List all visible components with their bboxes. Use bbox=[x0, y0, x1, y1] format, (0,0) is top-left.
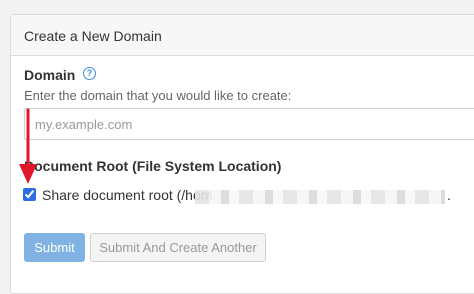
share-document-root-checkbox[interactable] bbox=[23, 188, 36, 201]
document-root-label: Document Root (File System Location) bbox=[24, 158, 282, 174]
submit-and-create-another-button[interactable]: Submit And Create Another bbox=[90, 233, 266, 262]
submit-button[interactable]: Submit bbox=[24, 233, 85, 262]
domain-label: Domain bbox=[24, 67, 76, 83]
path-trailing-dot: . bbox=[447, 187, 451, 203]
domain-hint: Enter the domain that you would like to … bbox=[24, 88, 292, 103]
panel-title: Create a New Domain bbox=[24, 28, 162, 44]
share-document-root-label[interactable]: Share document root (/hom bbox=[42, 187, 212, 203]
create-domain-panel: Create a New Domain Domain ? Enter the d… bbox=[10, 14, 474, 294]
domain-input[interactable] bbox=[24, 108, 474, 140]
redacted-path bbox=[195, 190, 445, 204]
question-circle-icon[interactable]: ? bbox=[83, 67, 96, 80]
panel-heading: Create a New Domain bbox=[11, 15, 474, 56]
